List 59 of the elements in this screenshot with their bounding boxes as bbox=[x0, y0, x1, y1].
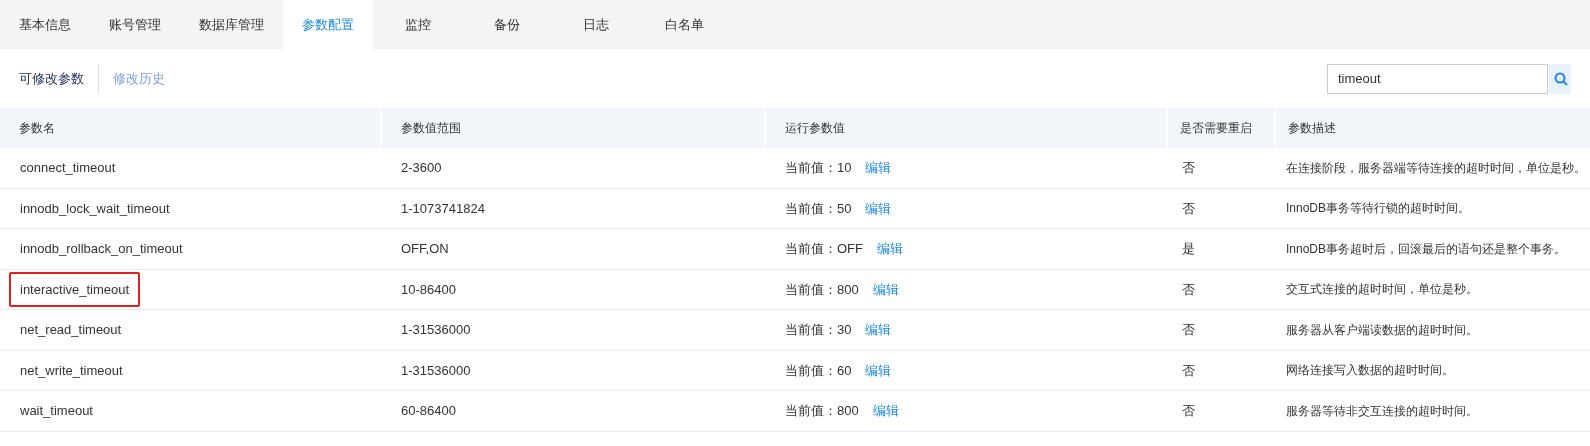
current-value: 当前值：OFF bbox=[785, 240, 863, 258]
parameter-name: connect_timeout bbox=[19, 159, 117, 177]
parameter-name: net_read_timeout bbox=[19, 321, 123, 339]
column-header: 运行参数值 bbox=[785, 120, 845, 137]
column-header: 是否需要重启 bbox=[1180, 120, 1252, 137]
current-value: 当前值：50 bbox=[785, 199, 852, 218]
range-cell: 60-86400 bbox=[401, 403, 456, 418]
column-header: 参数值范围 bbox=[401, 120, 461, 137]
description-cell: InnoDB事务超时后，回滚最后的语句还是整个事务。 bbox=[1286, 241, 1567, 256]
current-value: 当前值：10 bbox=[785, 159, 852, 177]
tab[interactable]: 数据库管理 bbox=[180, 0, 283, 49]
tab[interactable]: 备份 bbox=[462, 0, 551, 49]
edit-link[interactable]: 编辑 bbox=[865, 360, 892, 380]
restart-cell: 否 bbox=[1182, 362, 1195, 378]
edit-link[interactable]: 编辑 bbox=[865, 198, 892, 218]
parameter-name: innodb_lock_wait_timeout bbox=[19, 199, 171, 218]
search-icon bbox=[1554, 71, 1568, 86]
column-header: 参数名 bbox=[19, 120, 55, 137]
edit-link[interactable]: 编辑 bbox=[865, 158, 892, 178]
description-cell: InnoDB事务等待行锁的超时时间。 bbox=[1286, 201, 1471, 216]
sub-tab[interactable]: 可修改参数 bbox=[19, 68, 84, 89]
range-cell: 2-3600 bbox=[401, 160, 442, 175]
range-cell: 1-31536000 bbox=[401, 362, 471, 378]
restart-cell: 是 bbox=[1182, 241, 1195, 256]
restart-cell: 否 bbox=[1182, 281, 1195, 297]
search-button[interactable] bbox=[1549, 63, 1571, 94]
restart-cell: 否 bbox=[1182, 160, 1195, 175]
restart-cell: 否 bbox=[1182, 403, 1195, 418]
current-value: 当前值：800 bbox=[785, 280, 859, 299]
search-field[interactable]: timeout bbox=[1327, 63, 1548, 94]
tab[interactable]: 日志 bbox=[551, 0, 640, 49]
column-header: 参数描述 bbox=[1288, 120, 1336, 137]
tab[interactable]: 账号管理 bbox=[90, 0, 180, 49]
description-cell: 服务器等待非交互连接的超时时间。 bbox=[1286, 403, 1478, 418]
edit-link[interactable]: 编辑 bbox=[877, 239, 903, 259]
range-cell: 1-31536000 bbox=[401, 322, 471, 337]
description-cell: 网络连接写入数据的超时时间。 bbox=[1286, 363, 1454, 378]
parameter-name: innodb_rollback_on_timeout bbox=[19, 240, 184, 258]
restart-cell: 否 bbox=[1182, 322, 1195, 337]
current-value: 当前值：800 bbox=[785, 402, 859, 420]
range-cell: 10-86400 bbox=[401, 281, 456, 297]
description-cell: 交互式连接的超时时间，单位是秒。 bbox=[1286, 282, 1478, 297]
parameter-name: interactive_timeout bbox=[9, 271, 141, 307]
description-cell: 服务器从客户端读数据的超时时间。 bbox=[1286, 322, 1478, 337]
edit-link[interactable]: 编辑 bbox=[865, 320, 892, 340]
parameter-name: net_write_timeout bbox=[19, 361, 124, 380]
tab[interactable]: 白名单 bbox=[640, 0, 729, 49]
description-cell: 在连接阶段，服务器端等待连接的超时时间，单位是秒。 bbox=[1286, 160, 1586, 175]
parameter-name: wait_timeout bbox=[19, 402, 94, 420]
range-cell: 1-1073741824 bbox=[401, 200, 485, 216]
edit-link[interactable]: 编辑 bbox=[872, 401, 899, 421]
restart-cell: 否 bbox=[1182, 200, 1195, 216]
current-value: 当前值：60 bbox=[785, 361, 852, 380]
tab[interactable]: 参数配置 bbox=[283, 0, 373, 49]
current-value: 当前值：30 bbox=[785, 321, 852, 339]
range-cell: OFF,ON bbox=[401, 241, 449, 256]
edit-link[interactable]: 编辑 bbox=[872, 279, 899, 299]
tab[interactable]: 监控 bbox=[373, 0, 462, 49]
tab[interactable]: 基本信息 bbox=[0, 0, 90, 49]
